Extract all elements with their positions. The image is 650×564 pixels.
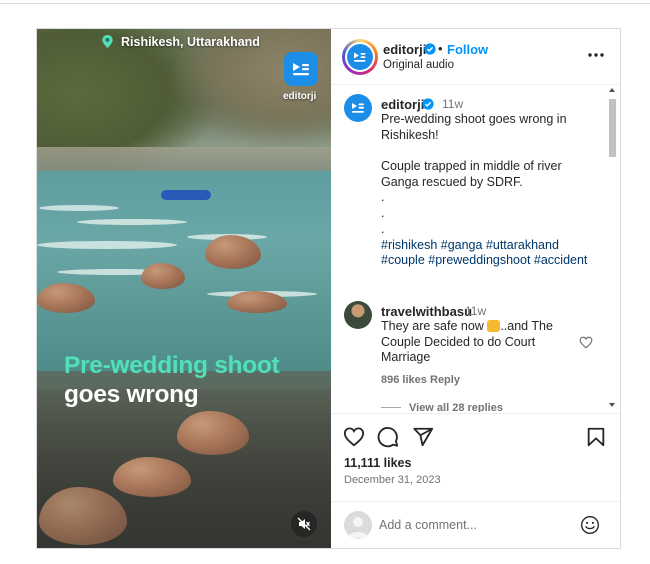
brand-watermark: editorji [283,91,317,102]
caption-line: . [381,206,385,221]
caption-hashtags[interactable]: #rishikesh #ganga #uttarakhand [381,238,596,254]
video-headline: goes wrong [64,381,199,408]
comment-icon[interactable] [377,426,399,448]
comment-text: They are safe now ..and The Couple Decid… [381,319,566,366]
current-user-avatar [344,511,372,539]
scene-rapid [39,205,119,211]
comment-input[interactable] [379,514,574,536]
caption-line: Ganga rescued by SDRF. [381,174,523,189]
follow-button[interactable]: Follow [447,42,488,57]
post-actions: 11,111 likes December 31, 2023 [331,413,620,499]
bookmark-icon[interactable] [585,426,607,448]
caption-line [381,143,596,159]
post-like-count[interactable]: 11,111 likes [344,456,411,470]
view-replies-button[interactable]: View all 28 replies [409,402,503,412]
comment-line: Couple Decided to do Court [381,334,536,349]
scene-rock [141,263,185,289]
comment-text-part: ..and The [500,319,553,333]
author-username[interactable]: editorji [383,42,426,57]
comment-timestamp[interactable]: 11w [465,304,486,318]
scene-raft [161,190,211,200]
location-label: Rishikesh, Uttarakhand [121,35,260,49]
caption-line: Pre-wedding shoot goes wrong in [381,112,567,126]
caption-line: Couple trapped in middle of river [381,159,562,174]
editorji-logo-icon [284,52,318,86]
separator-dot: • [438,41,443,56]
author-avatar[interactable] [342,39,378,75]
verified-badge-icon [422,98,434,110]
emoji-picker-icon[interactable] [580,515,600,535]
mute-icon [297,517,311,531]
replies-divider [381,407,401,408]
post-date[interactable]: December 31, 2023 [344,474,441,486]
scene-rapid [37,241,177,249]
caption-line: . [381,221,385,236]
original-audio-link[interactable]: Original audio [383,59,454,71]
location-pin-icon [102,34,113,49]
top-divider [0,3,650,4]
comments-section: editorji 11w Pre-wedding shoot goes wron… [331,85,620,412]
reply-button[interactable]: Reply [430,374,460,386]
comments-scrollbar[interactable] [607,85,618,412]
instagram-post: Rishikesh, Uttarakhand editorji Pre-wedd… [36,28,621,549]
comment-like-count[interactable]: 896 likes [381,374,427,386]
scrollbar-thumb[interactable] [609,99,616,157]
post-caption: Pre-wedding shoot goes wrong in Rishikes… [381,112,596,269]
heart-icon[interactable] [343,426,365,448]
like-comment-heart-icon[interactable] [579,336,593,349]
praying-emoji-icon [487,320,501,332]
scroll-up-arrow-icon[interactable] [609,88,615,92]
caption-hashtags[interactable]: #couple #preweddingshoot #accident [381,253,596,269]
share-icon[interactable] [412,426,434,448]
mute-button[interactable] [291,511,317,537]
caption-line: Rishikesh! [381,127,439,142]
comment-text-part: They are safe now [381,319,488,333]
post-details-panel: editorji • Follow Original audio editorj… [331,29,620,548]
commenter-username[interactable]: travelwithbasu [381,304,472,319]
caption-username[interactable]: editorji [381,97,424,112]
post-header: editorji • Follow Original audio [331,29,620,85]
comment-composer [331,501,620,548]
scroll-down-arrow-icon[interactable] [609,403,615,407]
commenter-avatar[interactable] [344,301,372,329]
scene-rock [227,291,287,313]
caption-line: . [381,190,385,205]
video-headline-accent: Pre-wedding shoot [64,352,280,379]
caption-avatar[interactable] [344,94,372,122]
more-options-icon[interactable] [586,52,606,58]
comment-line: Marriage [381,350,431,365]
caption-timestamp[interactable]: 11w [442,97,463,111]
scene-rapid [77,219,187,225]
post-video[interactable]: Rishikesh, Uttarakhand editorji Pre-wedd… [37,29,331,548]
verified-badge-icon [424,43,436,55]
